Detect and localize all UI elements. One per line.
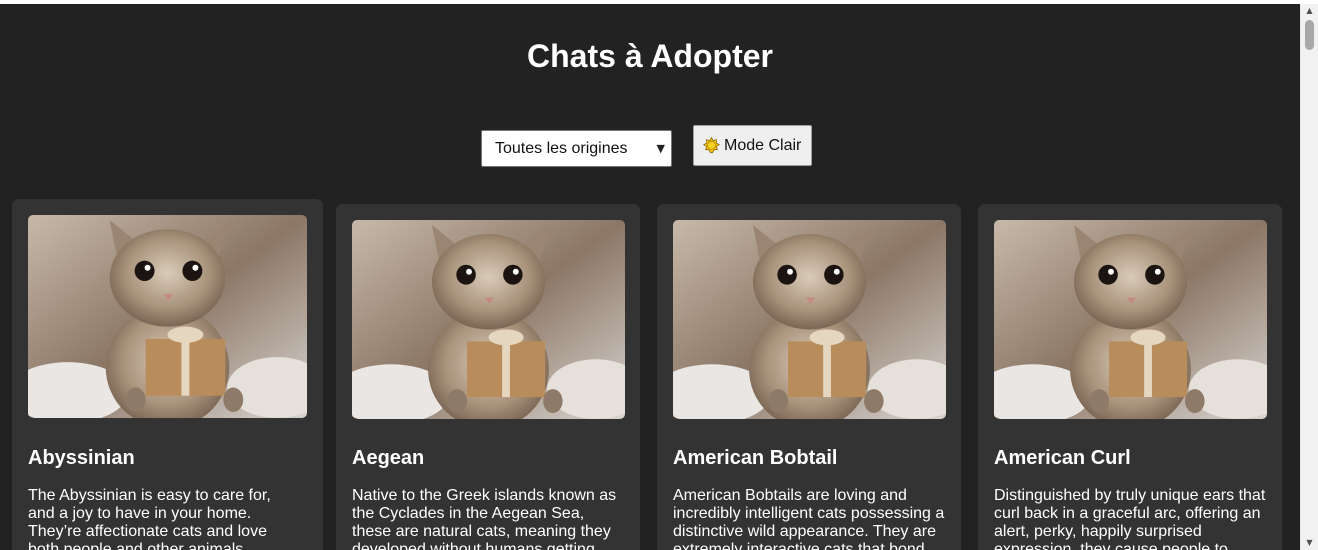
controls-bar: Toutes les origines ▼ Mode Clair: [481, 124, 813, 167]
sun-icon: [703, 137, 720, 154]
cat-photo: [352, 220, 625, 419]
vertical-scrollbar[interactable]: ▲ ▼: [1300, 4, 1318, 550]
cat-name: Abyssinian: [28, 447, 135, 469]
scroll-down-arrow-icon[interactable]: ▼: [1301, 536, 1318, 550]
kitten-image: [673, 220, 946, 419]
cat-description: Distinguished by truly unique ears that …: [994, 487, 1266, 550]
cat-description: American Bobtails are loving and incredi…: [673, 487, 945, 550]
cat-name: American Bobtail: [673, 447, 838, 469]
scrollbar-thumb[interactable]: [1305, 20, 1314, 50]
cat-card: American Bobtail American Bobtails are l…: [657, 204, 961, 550]
origin-filter-select[interactable]: Toutes les origines ▼: [481, 130, 672, 167]
page-viewport: Chats à Adopter Toutes les origines ▼ Mo…: [0, 4, 1300, 550]
cat-photo: [28, 215, 307, 418]
theme-toggle-label: Mode Clair: [724, 136, 802, 154]
scroll-up-arrow-icon[interactable]: ▲: [1301, 4, 1318, 18]
cat-photo: [994, 220, 1267, 419]
cat-description: The Abyssinian is easy to care for, and …: [28, 487, 271, 550]
kitten-image: [994, 220, 1267, 419]
kitten-image: [352, 220, 625, 419]
cat-card: Aegean Native to the Greek islands known…: [336, 204, 640, 550]
origin-filter-value: Toutes les origines: [495, 139, 628, 157]
page-title: Chats à Adopter: [527, 38, 773, 74]
cat-name: American Curl: [994, 447, 1131, 469]
cat-card: American Curl Distinguished by truly uni…: [978, 204, 1282, 550]
cat-description: Native to the Greek islands known as the…: [352, 487, 617, 550]
theme-toggle-button[interactable]: Mode Clair: [693, 125, 813, 166]
cat-card: Abyssinian The Abyssinian is easy to car…: [12, 199, 323, 550]
cat-name: Aegean: [352, 447, 425, 469]
kitten-image: [28, 215, 307, 418]
cat-photo: [673, 220, 946, 419]
chevron-down-icon: ▼: [656, 142, 665, 155]
